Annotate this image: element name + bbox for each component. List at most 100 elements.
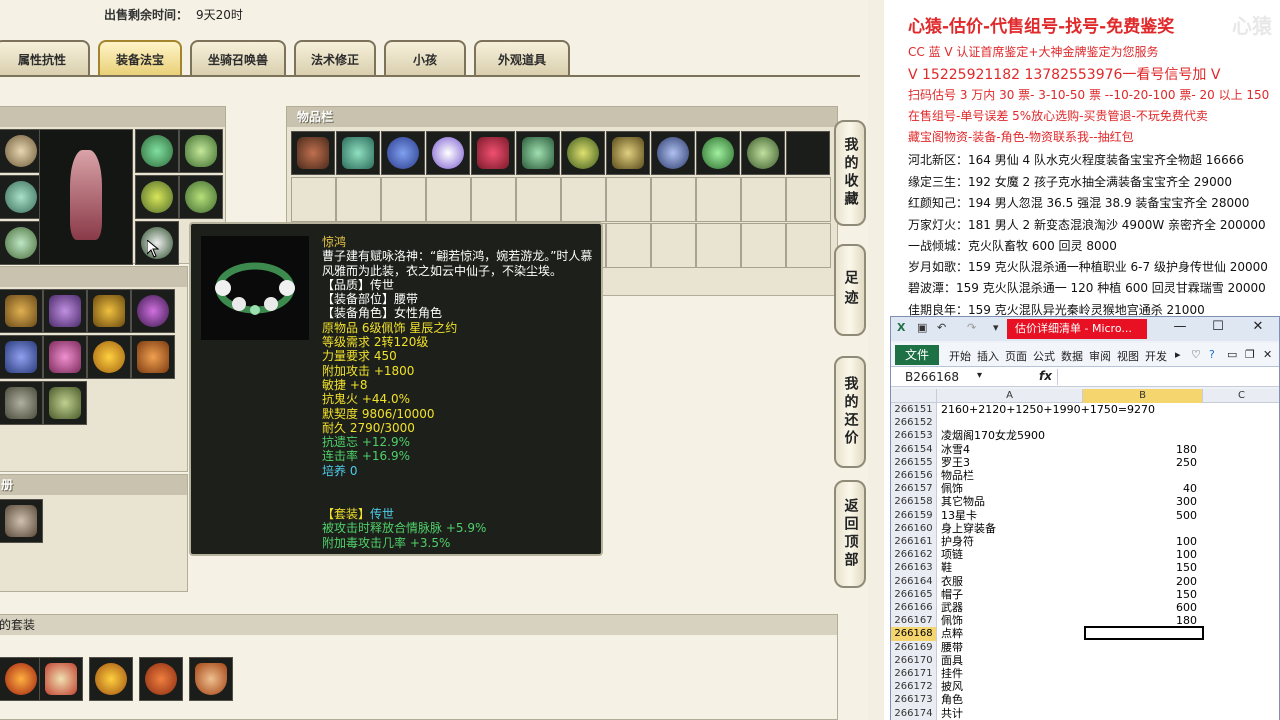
inventory-slot-5[interactable] <box>471 131 515 175</box>
sheet-row[interactable]: 266152 <box>891 416 1279 430</box>
cell-b[interactable]: 100 <box>1085 535 1201 548</box>
row-number[interactable]: 266157 <box>891 482 937 496</box>
row-number[interactable]: 266161 <box>891 535 937 549</box>
ribbon-tab-review[interactable]: 审阅 <box>1089 348 1111 364</box>
cell-a[interactable]: 武器 <box>941 601 963 614</box>
treasure-slot-2[interactable] <box>43 289 87 333</box>
sheet-row[interactable]: 266164 衣服 200 <box>891 574 1279 588</box>
row-number[interactable]: 266159 <box>891 508 937 522</box>
ribbon-tab-view[interactable]: 视图 <box>1117 348 1139 364</box>
row-number[interactable]: 266164 <box>891 574 937 588</box>
ribbon-tab-data[interactable]: 数据 <box>1061 348 1083 364</box>
cell-a[interactable]: 13星卡 <box>941 509 977 522</box>
inventory-slot-10[interactable] <box>696 131 740 175</box>
favorites-button[interactable]: 我的收藏 <box>834 120 866 226</box>
row-number[interactable]: 266170 <box>891 653 937 667</box>
inventory-slot-12[interactable] <box>786 131 830 175</box>
row-number[interactable]: 266153 <box>891 429 937 443</box>
inventory-slot-9[interactable] <box>651 131 695 175</box>
cell-a[interactable]: 2160+2120+1250+1990+1750=9270 <box>941 403 1155 416</box>
equip-slot-necklace[interactable] <box>135 129 179 173</box>
ribbon-tab-developer[interactable]: 开发 <box>1145 348 1167 364</box>
tab-appearance[interactable]: 外观道具 <box>474 40 570 76</box>
treasure-slot-3[interactable] <box>87 289 131 333</box>
cell-a[interactable]: 面具 <box>941 654 963 667</box>
treasure-slot-7[interactable] <box>87 335 131 379</box>
row-number[interactable]: 266172 <box>891 680 937 694</box>
tab-children[interactable]: 小孩 <box>384 40 466 76</box>
cell-b[interactable]: 180 <box>1085 443 1201 456</box>
row-number[interactable]: 266174 <box>891 706 937 720</box>
cell-a[interactable]: 点粹 <box>941 627 963 640</box>
inventory-slot-11[interactable] <box>741 131 785 175</box>
inventory-slot-4[interactable] <box>426 131 470 175</box>
row-number[interactable]: 266158 <box>891 495 937 509</box>
treasure-slot-9[interactable] <box>0 381 43 425</box>
redo-icon[interactable]: ↷ <box>967 321 976 334</box>
cell-a[interactable]: 佩饰 <box>941 482 963 495</box>
undo-icon[interactable]: ↶ <box>937 321 946 334</box>
name-box[interactable]: B266168 <box>899 369 989 385</box>
cell-a[interactable]: 护身符 <box>941 535 974 548</box>
sheet-row[interactable]: 266157 佩饰 40 <box>891 482 1279 496</box>
sheet-row[interactable]: 266151 2160+2120+1250+1990+1750=9270 <box>891 403 1279 417</box>
sheet-row[interactable]: 266160 身上穿装备 <box>891 521 1279 535</box>
tab-attributes[interactable]: 属性抗性 <box>0 40 90 76</box>
sheet-row[interactable]: 266163 鞋 150 <box>891 561 1279 575</box>
treasure-slot-10[interactable] <box>43 381 87 425</box>
ribbon-tab-formulas[interactable]: 公式 <box>1033 348 1055 364</box>
history-button[interactable]: 足迹 <box>834 244 866 336</box>
cell-b[interactable]: 100 <box>1085 548 1201 561</box>
row-number[interactable]: 266155 <box>891 455 937 469</box>
inventory-slot-1[interactable] <box>291 131 335 175</box>
tab-mounts-pets[interactable]: 坐骑召唤兽 <box>190 40 286 76</box>
help-icon[interactable]: ? <box>1209 348 1215 361</box>
row-number[interactable]: 266173 <box>891 693 937 707</box>
workbook-minimize-icon[interactable]: ▭ <box>1227 348 1237 361</box>
row-number[interactable]: 266166 <box>891 601 937 615</box>
equip-slot-ring[interactable] <box>179 129 223 173</box>
sheet-grid[interactable]: 266151 2160+2120+1250+1990+1750=9270 26615… <box>891 403 1279 720</box>
sheet-row[interactable]: 266173 角色 <box>891 693 1279 707</box>
cell-b[interactable]: 180 <box>1085 614 1201 627</box>
ribbon-collapse-icon[interactable]: ♡ <box>1191 348 1201 361</box>
inventory-slot-3[interactable] <box>381 131 425 175</box>
row-number[interactable]: 266162 <box>891 548 937 562</box>
back-to-top-button[interactable]: 返回顶部 <box>834 480 866 588</box>
column-header-b[interactable]: B <box>1083 389 1203 403</box>
sheet-row[interactable]: 266165 帽子 150 <box>891 587 1279 601</box>
cell-b[interactable]: 300 <box>1085 495 1201 508</box>
equip-slot-hat[interactable] <box>0 129 43 173</box>
card-slot-1[interactable] <box>0 499 43 543</box>
row-number[interactable]: 266156 <box>891 469 937 483</box>
equip-slot-armor[interactable] <box>0 175 43 219</box>
my-offers-button[interactable]: 我的还价 <box>834 356 866 468</box>
equip-slot-shoes[interactable] <box>0 221 43 265</box>
sheet-row[interactable]: 266170 面具 <box>891 653 1279 667</box>
row-number[interactable]: 266152 <box>891 416 937 430</box>
sheet-row[interactable]: 266161 护身符 100 <box>891 535 1279 549</box>
inventory-slot-6[interactable] <box>516 131 560 175</box>
cell-a[interactable]: 冰雪4 <box>941 443 970 456</box>
sheet-row[interactable]: 266158 其它物品 300 <box>891 495 1279 509</box>
row-number[interactable]: 266168 <box>891 627 937 641</box>
cell-a[interactable]: 披风 <box>941 680 963 693</box>
cell-a[interactable]: 鞋 <box>941 561 952 574</box>
maximize-icon[interactable]: ☐ <box>1203 319 1233 334</box>
inventory-slot-7[interactable] <box>561 131 605 175</box>
tab-equipment[interactable]: 装备法宝 <box>98 40 182 76</box>
select-all-corner[interactable] <box>891 389 937 403</box>
set-slot-3[interactable] <box>89 657 133 701</box>
customize-qat-icon[interactable]: ▾ <box>993 321 999 334</box>
row-number[interactable]: 266160 <box>891 521 937 535</box>
treasure-slot-4[interactable] <box>131 289 175 333</box>
inventory-slot-2[interactable] <box>336 131 380 175</box>
equip-slot-accessory[interactable] <box>179 175 223 219</box>
cell-b[interactable]: 250 <box>1085 456 1201 469</box>
cell-a[interactable]: 身上穿装备 <box>941 522 996 535</box>
row-number[interactable]: 266151 <box>891 403 937 417</box>
cell-a[interactable]: 罗王3 <box>941 456 970 469</box>
cell-b[interactable]: 600 <box>1085 601 1201 614</box>
inventory-slot-8[interactable] <box>606 131 650 175</box>
treasure-slot-8[interactable] <box>131 335 175 379</box>
